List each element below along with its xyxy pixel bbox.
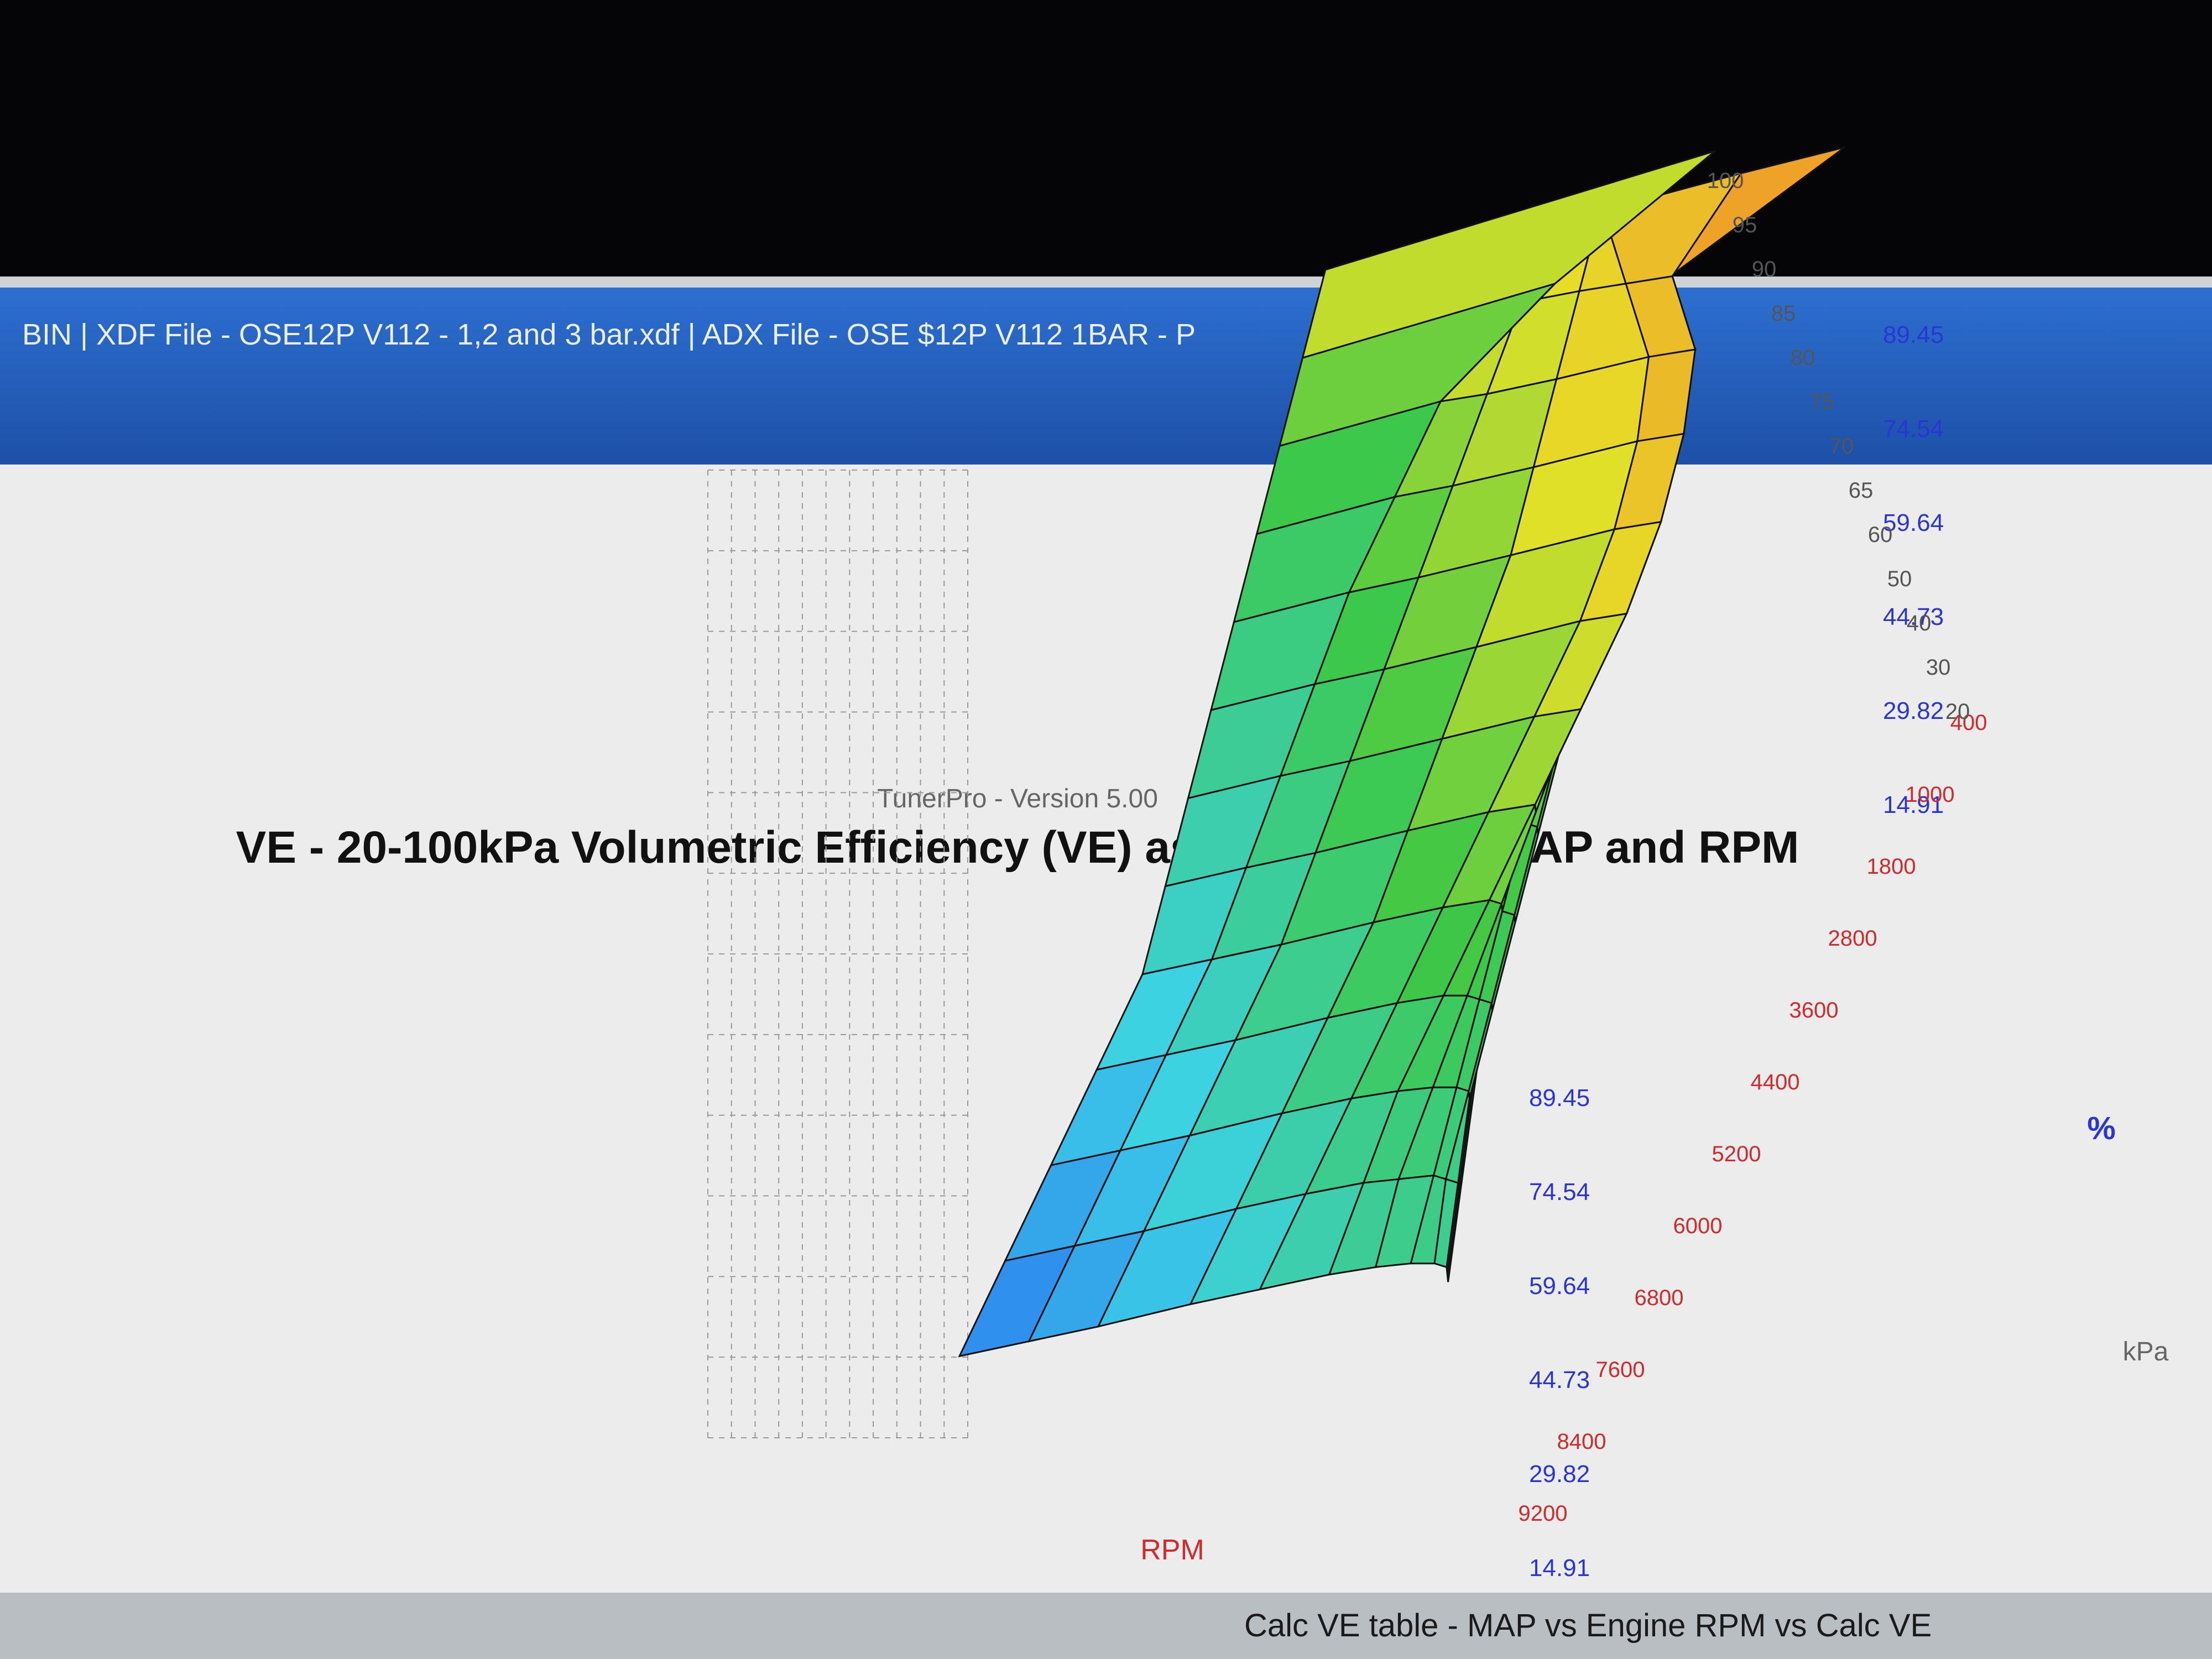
- z-tick-label-left: 74.54: [1529, 1178, 1590, 1206]
- z-tick-label-left: 89.45: [1529, 1084, 1590, 1112]
- kpa-tick-label: 40: [1907, 611, 1932, 635]
- rpm-tick-label: 1000: [1906, 782, 1955, 807]
- kpa-tick-label: 30: [1926, 655, 1951, 680]
- chart-title: VE - 20-100kPa Volumetric Efficiency (VE…: [236, 822, 1799, 873]
- kpa-axis-label: kPa: [2123, 1337, 2169, 1366]
- rpm-tick-label: 3600: [1790, 998, 1839, 1022]
- kpa-tick-label: 100: [1707, 169, 1744, 193]
- z-tick-label-right: 29.82: [1883, 697, 1944, 724]
- rpm-tick-label: 7600: [1596, 1358, 1645, 1382]
- z-tick-label-left: 29.82: [1529, 1460, 1590, 1488]
- rpm-tick-label: 6800: [1635, 1286, 1684, 1310]
- z-axis-unit: %: [2087, 1110, 2116, 1146]
- ve-3d-surface-chart: TunerPro - Version 5.00 VE - 20-100kPa V…: [236, 146, 2169, 1582]
- rpm-tick-label: 5200: [1712, 1142, 1761, 1166]
- photo-of-monitor: BIN | XDF File - OSE12P V112 - 1,2 and 3…: [0, 0, 2212, 1659]
- z-tick-label-left: 44.73: [1529, 1366, 1590, 1394]
- rpm-axis-label: RPM: [1140, 1534, 1204, 1566]
- z-tick-label-left: 59.64: [1529, 1272, 1590, 1300]
- z-tick-label-right: 89.45: [1883, 321, 1944, 348]
- kpa-tick-label: 20: [1945, 700, 1970, 724]
- rpm-tick-label: 4400: [1751, 1070, 1800, 1094]
- z-tick-label-right: 74.54: [1883, 415, 1944, 442]
- z-tick-label-left: 14.91: [1529, 1554, 1590, 1582]
- chart-subtitle: TunerPro - Version 5.00: [877, 784, 1158, 813]
- rpm-tick-label: 6000: [1673, 1214, 1723, 1238]
- kpa-tick-label: 50: [1887, 567, 1912, 591]
- surface-mesh: [958, 146, 1845, 1358]
- kpa-tick-label: 75: [1810, 390, 1835, 414]
- kpa-tick-label: 65: [1849, 478, 1874, 503]
- rpm-tick-label: 9200: [1519, 1501, 1568, 1526]
- kpa-tick-label: 85: [1771, 301, 1796, 326]
- kpa-tick-label: 90: [1752, 257, 1777, 281]
- rpm-tick-label: 1800: [1867, 854, 1916, 879]
- kpa-tick-label: 60: [1868, 523, 1893, 547]
- kpa-tick-label: 80: [1791, 346, 1815, 370]
- kpa-tick-label: 70: [1829, 434, 1854, 458]
- kpa-tick-label: 95: [1733, 213, 1757, 237]
- rpm-tick-label: 2800: [1828, 926, 1877, 951]
- rpm-tick-label: 8400: [1557, 1430, 1606, 1454]
- grid-lines: [707, 469, 968, 1438]
